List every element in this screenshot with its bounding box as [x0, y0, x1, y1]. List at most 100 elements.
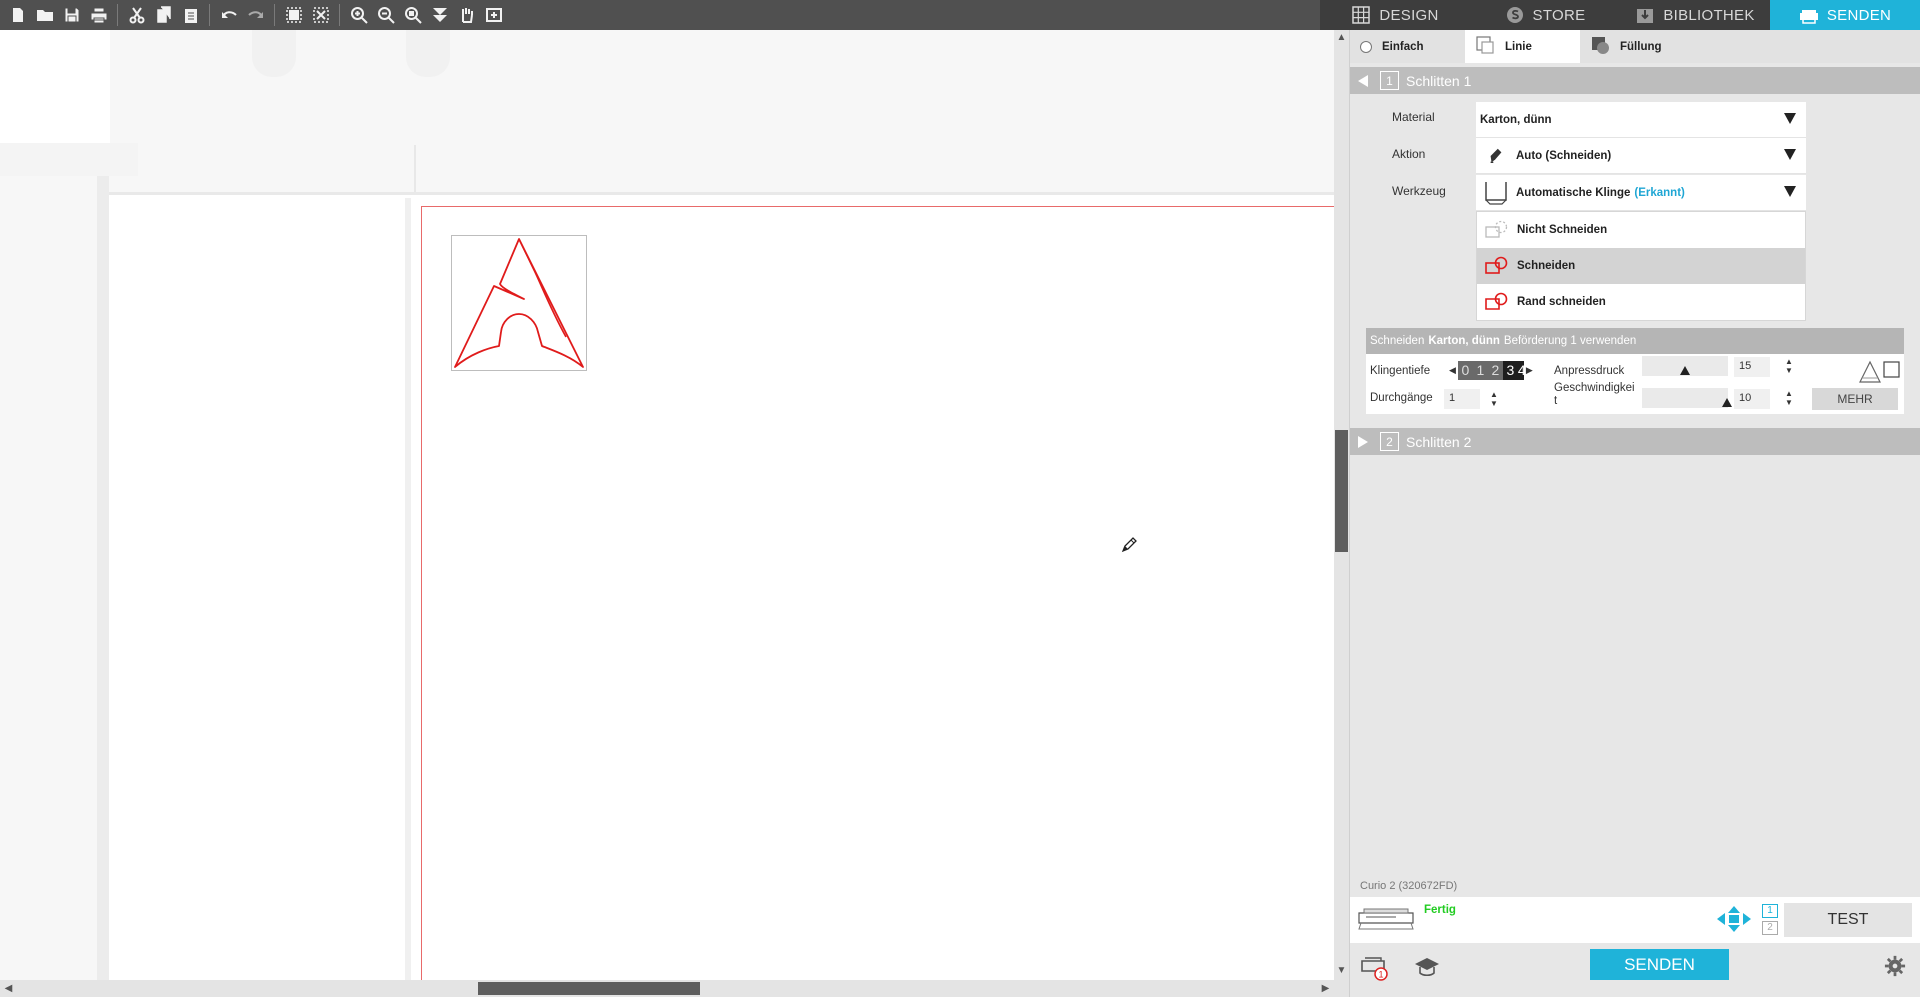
settings-gear-icon[interactable]	[1884, 955, 1906, 980]
page-2-indicator[interactable]: 2	[1762, 921, 1778, 935]
selected-shape-bounding-box[interactable]	[451, 235, 587, 371]
scroll-down-icon[interactable]: ▼	[1335, 964, 1348, 977]
send-button[interactable]: SENDEN	[1590, 949, 1729, 980]
cut-option-label: Nicht Schneiden	[1517, 224, 1608, 236]
test-button[interactable]: TEST	[1784, 903, 1912, 937]
arch-logo-shape[interactable]	[452, 236, 586, 370]
paste-icon[interactable]	[177, 2, 204, 28]
tutorial-cap-icon[interactable]	[1414, 956, 1440, 981]
passes-spinner-icon[interactable]: ▲ ▼	[1490, 390, 1498, 408]
passes-input[interactable]: 1	[1444, 389, 1480, 409]
vertical-scroll-thumb[interactable]	[1335, 430, 1348, 552]
radio-icon[interactable]	[1360, 40, 1372, 53]
mode-tab-label: Linie	[1505, 40, 1532, 53]
more-button[interactable]: MEHR	[1812, 388, 1898, 410]
fill-mode-icon	[1590, 35, 1610, 58]
tool-dropdown[interactable]: Automatische Klinge (Erkannt)	[1476, 175, 1806, 211]
mode-tab-line[interactable]: Linie	[1465, 30, 1580, 63]
svg-text:1: 1	[1378, 970, 1383, 980]
design-canvas[interactable]	[0, 30, 1334, 980]
device-status: Fertig	[1424, 904, 1456, 916]
new-file-icon[interactable]	[4, 2, 31, 28]
blade-depth-label: Klingentiefe	[1370, 365, 1431, 377]
depth-digit-selected: 3	[1506, 362, 1515, 378]
grid-icon	[1351, 5, 1371, 25]
cut-option-cut[interactable]: Schneiden	[1477, 248, 1805, 284]
scroll-left-icon[interactable]: ◀	[2, 982, 15, 995]
decrease-arrow-icon[interactable]: ◀	[1449, 365, 1456, 376]
speed-input[interactable]: 10	[1734, 389, 1770, 409]
material-dropdown[interactable]: Karton, dünn	[1476, 102, 1806, 138]
slider-knob[interactable]	[1680, 366, 1690, 375]
horizontal-scrollbar[interactable]: ◀ ▶	[0, 980, 1334, 997]
store-icon	[1505, 5, 1525, 25]
undo-icon[interactable]	[215, 2, 242, 28]
redo-icon[interactable]	[242, 2, 269, 28]
chevron-down-icon	[1784, 186, 1796, 197]
tool-value: Automatische Klinge	[1516, 186, 1631, 199]
print-icon[interactable]	[85, 2, 112, 28]
slider-knob[interactable]	[1722, 398, 1732, 407]
pressure-spinner-icon[interactable]: ▲ ▼	[1785, 357, 1793, 375]
chevron-down-icon	[1784, 113, 1796, 124]
tab-label: BIBLIOTHEK	[1663, 6, 1755, 24]
copy-icon[interactable]	[150, 2, 177, 28]
horizontal-scroll-thumb[interactable]	[478, 982, 700, 995]
vertical-scrollbar[interactable]: ▲ ▼	[1334, 30, 1349, 980]
mode-tab-simple[interactable]: Einfach	[1350, 30, 1465, 63]
ungroup-icon[interactable]	[307, 2, 334, 28]
pan-hand-icon[interactable]	[453, 2, 480, 28]
speed-spinner-icon[interactable]: ▲ ▼	[1785, 389, 1793, 407]
no-cut-icon	[1483, 216, 1511, 244]
toolbar-separator	[117, 4, 118, 26]
cutter-machine-icon	[1356, 903, 1416, 936]
pressure-input[interactable]: 15	[1734, 357, 1770, 377]
speed-label-line1: Geschwindigkei	[1554, 382, 1635, 394]
blade-depth-control[interactable]: ◀ 0 1 2 3 4 ▶	[1449, 361, 1533, 380]
tab-library[interactable]: BIBLIOTHEK	[1620, 0, 1770, 30]
action-dropdown[interactable]: Auto (Schneiden)	[1476, 138, 1806, 174]
expand-triangle-icon[interactable]	[1352, 431, 1374, 453]
send-bottom-bar: 1 SENDEN	[1350, 943, 1920, 997]
carriage-2-header[interactable]: 2 Schlitten 2	[1350, 428, 1920, 455]
scroll-up-icon[interactable]: ▲	[1335, 31, 1348, 44]
page-1-indicator[interactable]: 1	[1762, 904, 1778, 918]
scrollbar-corner	[1334, 980, 1349, 997]
device-queue-icon[interactable]: 1	[1360, 955, 1390, 984]
speed-label-line2: t	[1554, 395, 1558, 407]
tab-design[interactable]: DESIGN	[1320, 0, 1470, 30]
cut-option-no-cut[interactable]: Nicht Schneiden	[1477, 212, 1805, 248]
carriage-label: Schlitten 1	[1406, 72, 1472, 89]
pressure-slider[interactable]	[1642, 356, 1728, 376]
material-label: Material	[1392, 110, 1435, 124]
increase-arrow-icon[interactable]: ▶	[1526, 365, 1533, 376]
tab-label: DESIGN	[1379, 6, 1439, 24]
speed-slider[interactable]	[1642, 388, 1732, 408]
send-mode-tabs: Einfach Linie Füllung	[1350, 30, 1920, 63]
collapse-triangle-icon[interactable]	[1352, 70, 1374, 92]
scissors-icon[interactable]	[123, 2, 150, 28]
tab-store[interactable]: STORE	[1470, 0, 1620, 30]
tab-send[interactable]: SENDEN	[1770, 0, 1920, 30]
save-icon[interactable]	[58, 2, 85, 28]
cut-option-cut-edge[interactable]: Rand schneiden	[1477, 284, 1805, 320]
zoom-out-icon[interactable]	[372, 2, 399, 28]
chevron-down-icon	[1784, 149, 1796, 160]
add-page-icon[interactable]	[480, 2, 507, 28]
send-panel: Einfach Linie Füllung 1 Schlitten 1 Mate…	[1350, 30, 1920, 997]
zoom-fit-icon[interactable]	[399, 2, 426, 28]
cut-style-list: Nicht Schneiden Schneiden Rand schneiden	[1476, 211, 1806, 321]
open-folder-icon[interactable]	[31, 2, 58, 28]
move-down-icon[interactable]	[426, 2, 453, 28]
group-icon[interactable]	[280, 2, 307, 28]
scroll-right-icon[interactable]: ▶	[1319, 982, 1332, 995]
carriage-1-header[interactable]: 1 Schlitten 1	[1350, 67, 1920, 94]
move-arrows-icon[interactable]	[1716, 905, 1752, 936]
zoom-in-icon[interactable]	[345, 2, 372, 28]
mode-tab-label: Füllung	[1620, 40, 1662, 53]
page-shadow	[405, 198, 411, 980]
device-name: Curio 2 (320672FD)	[1360, 880, 1458, 892]
carriage-label: Schlitten 2	[1406, 433, 1472, 450]
toolbar	[0, 0, 1320, 30]
mode-tab-fill[interactable]: Füllung	[1580, 30, 1720, 63]
